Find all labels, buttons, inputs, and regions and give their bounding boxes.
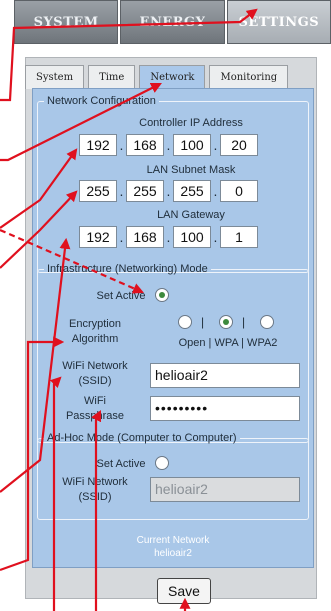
subnet-octet-1[interactable]: 255 <box>79 180 117 202</box>
infrastructure-set-active-radio[interactable] <box>155 288 169 302</box>
subnet-mask-field: 255 . 255 . 255 . 0 <box>79 179 258 203</box>
ip-dot: . <box>213 229 218 245</box>
network-configuration-legend: Network Configuration <box>47 95 156 107</box>
ip-dot: . <box>166 229 171 245</box>
tab-monitoring[interactable]: Monitoring <box>209 65 289 89</box>
network-tab-content: Network Configuration Controller IP Addr… <box>32 88 314 568</box>
tab-network[interactable]: Network <box>139 65 206 89</box>
tab-system[interactable]: System <box>25 65 85 89</box>
ip-dot: . <box>119 183 124 199</box>
passphrase-label-line1: WiFi <box>84 395 106 407</box>
ip-dot: . <box>166 137 171 153</box>
encryption-separator: | <box>242 315 246 329</box>
encryption-wpa2-radio[interactable] <box>260 315 274 329</box>
infrastructure-ssid-label: WiFi Network (SSID) <box>55 359 135 389</box>
controller-ip-octet-4[interactable]: 20 <box>220 134 258 156</box>
adhoc-ssid-label-line2: (SSID) <box>78 491 112 503</box>
subnet-octet-4[interactable]: 0 <box>220 180 258 202</box>
gateway-octet-1[interactable]: 192 <box>79 226 117 248</box>
adhoc-ssid-label-line1: WiFi Network <box>62 476 128 488</box>
adhoc-set-active-radio[interactable] <box>155 456 169 470</box>
controller-ip-label: Controller IP Address <box>139 117 243 129</box>
menu-settings[interactable]: SETTINGS <box>226 0 331 44</box>
encryption-label-line2: Algorithm <box>71 333 119 345</box>
ip-dot: . <box>119 137 124 153</box>
save-button[interactable]: Save <box>157 578 211 604</box>
adhoc-ssid-label: WiFi Network (SSID) <box>55 475 135 505</box>
controller-ip-field: 192 . 168 . 100 . 20 <box>79 133 258 157</box>
infrastructure-ssid-label-line1: WiFi Network <box>62 360 128 372</box>
passphrase-input[interactable]: ••••••••• <box>150 396 300 421</box>
subnet-octet-3[interactable]: 255 <box>173 180 211 202</box>
controller-ip-octet-2[interactable]: 168 <box>126 134 164 156</box>
gateway-field: 192 . 168 . 100 . 1 <box>79 225 258 249</box>
menu-system[interactable]: SYSTEM <box>14 0 119 44</box>
subnet-octet-2[interactable]: 255 <box>126 180 164 202</box>
settings-tabs: System Time Network Monitoring <box>25 65 292 89</box>
controller-ip-octet-1[interactable]: 192 <box>79 134 117 156</box>
encryption-label-line1: Encryption <box>69 318 121 330</box>
infrastructure-set-active-label: Set Active <box>96 290 146 302</box>
gateway-octet-3[interactable]: 100 <box>173 226 211 248</box>
ip-dot: . <box>119 229 124 245</box>
infrastructure-ssid-label-line2: (SSID) <box>78 375 112 387</box>
gateway-octet-4[interactable]: 1 <box>220 226 258 248</box>
adhoc-ssid-input[interactable]: helioair2 <box>150 477 300 502</box>
menu-energy[interactable]: ENERGY <box>120 0 225 44</box>
controller-ip-octet-3[interactable]: 100 <box>173 134 211 156</box>
adhoc-mode-legend: Ad-Hoc Mode (Computer to Computer) <box>47 432 237 444</box>
encryption-wpa-radio[interactable] <box>219 315 233 329</box>
encryption-options-label: Open | WPA | WPA2 <box>178 337 278 349</box>
passphrase-label-line2: Passphrase <box>65 410 125 422</box>
ip-dot: . <box>166 183 171 199</box>
ip-dot: . <box>213 137 218 153</box>
infrastructure-ssid-input[interactable]: helioair2 <box>150 363 300 388</box>
adhoc-set-active-label: Set Active <box>96 458 146 470</box>
encryption-label: Encryption Algorithm <box>55 317 135 347</box>
top-menu: SYSTEM ENERGY SETTINGS <box>14 0 331 48</box>
tab-time[interactable]: Time <box>88 65 136 89</box>
ip-dot: . <box>213 183 218 199</box>
encryption-open-radio[interactable] <box>178 315 192 329</box>
current-network-label: Current Network <box>136 535 210 546</box>
current-network-value: helioair2 <box>154 548 192 559</box>
subnet-mask-label: LAN Subnet Mask <box>146 164 236 176</box>
passphrase-label: WiFi Passphrase <box>55 394 135 424</box>
encryption-separator: | <box>201 315 205 329</box>
infrastructure-mode-legend: Infrastructure (Networking) Mode <box>47 263 208 275</box>
gateway-label: LAN Gateway <box>157 209 225 221</box>
gateway-octet-2[interactable]: 168 <box>126 226 164 248</box>
